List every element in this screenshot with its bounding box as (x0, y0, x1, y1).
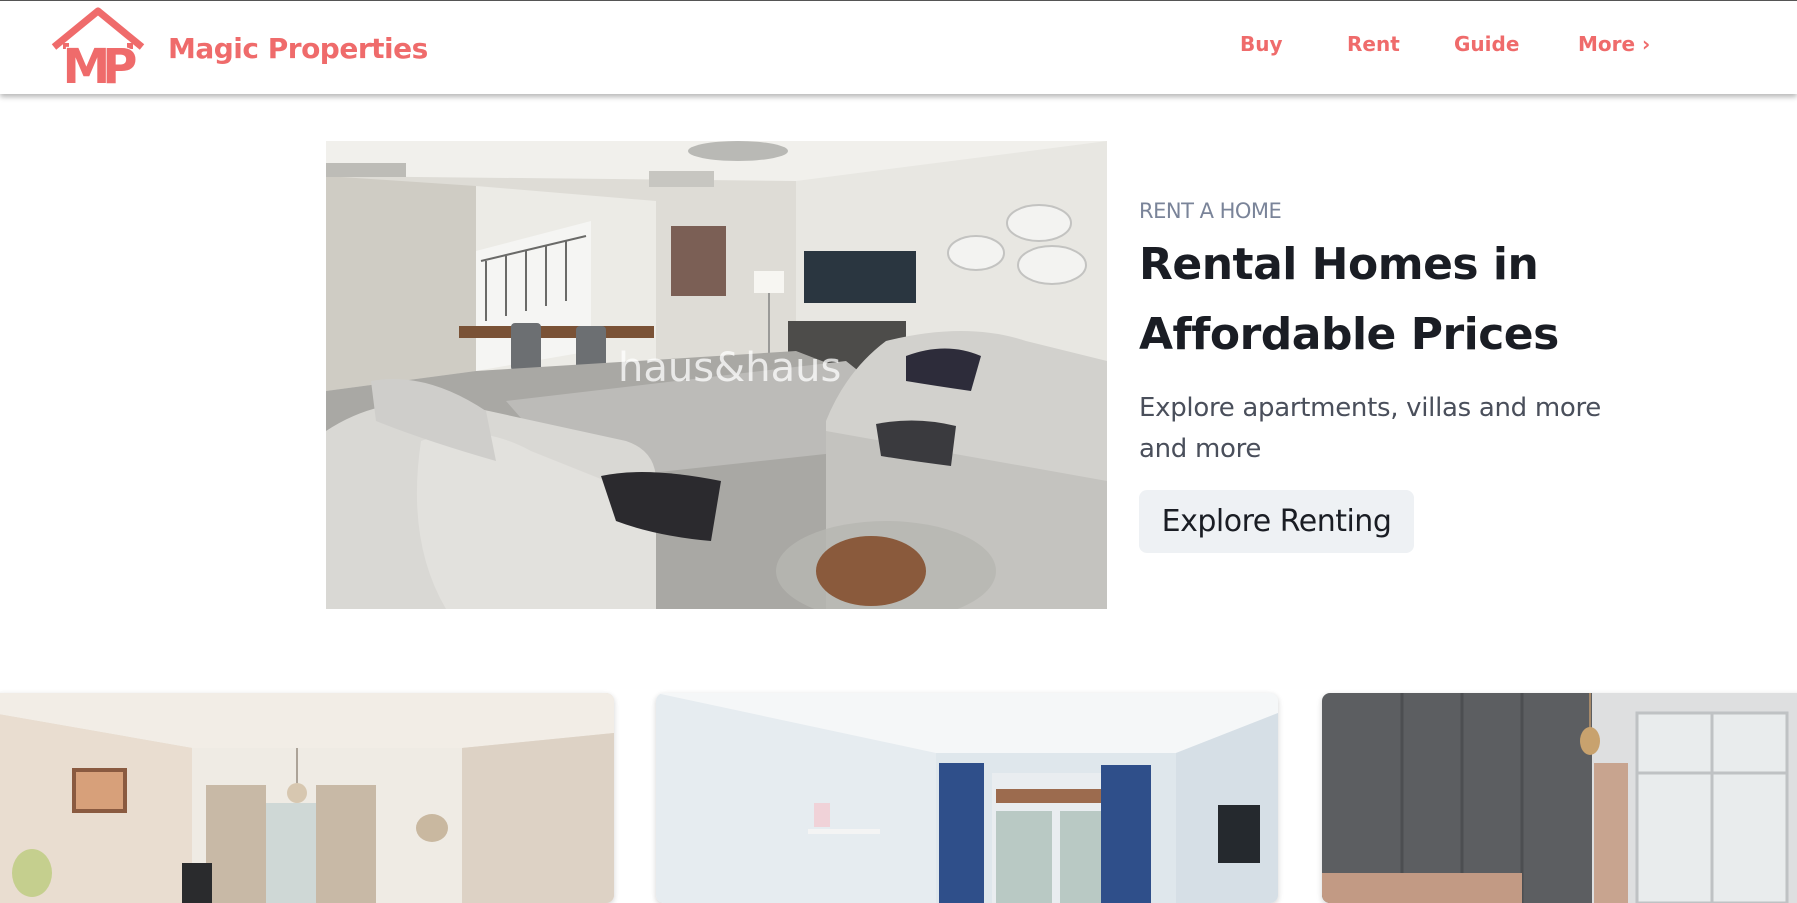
logo-monogram: MP (63, 39, 137, 91)
hero-eyebrow: RENT A HOME (1139, 199, 1282, 223)
explore-renting-button[interactable]: Explore Renting (1139, 490, 1414, 553)
listing-card[interactable] (1322, 693, 1797, 903)
nav-guide[interactable]: Guide (1454, 32, 1519, 56)
nav-more[interactable]: More › (1578, 32, 1650, 56)
listing-card[interactable] (0, 693, 614, 903)
hero-subtitle: Explore apartments, villas and more and … (1139, 393, 1601, 464)
listing-image (0, 693, 614, 903)
nav-rent[interactable]: Rent (1347, 32, 1400, 56)
top-navbar: MP Magic Properties Buy Rent Guide More … (0, 0, 1797, 94)
nav-buy[interactable]: Buy (1240, 32, 1283, 56)
listing-card[interactable] (656, 693, 1278, 903)
listing-image (656, 693, 1278, 903)
listing-image (1322, 693, 1797, 903)
image-watermark: haus&haus (618, 345, 841, 391)
brand-home-link[interactable]: MP Magic Properties (48, 5, 428, 91)
brand-name: Magic Properties (168, 31, 428, 65)
hero-title: Rental Homes in Affordable Prices (1139, 239, 1559, 360)
magic-properties-logo: MP (51, 7, 145, 91)
hero-image-living-room: haus&haus (326, 141, 1107, 609)
